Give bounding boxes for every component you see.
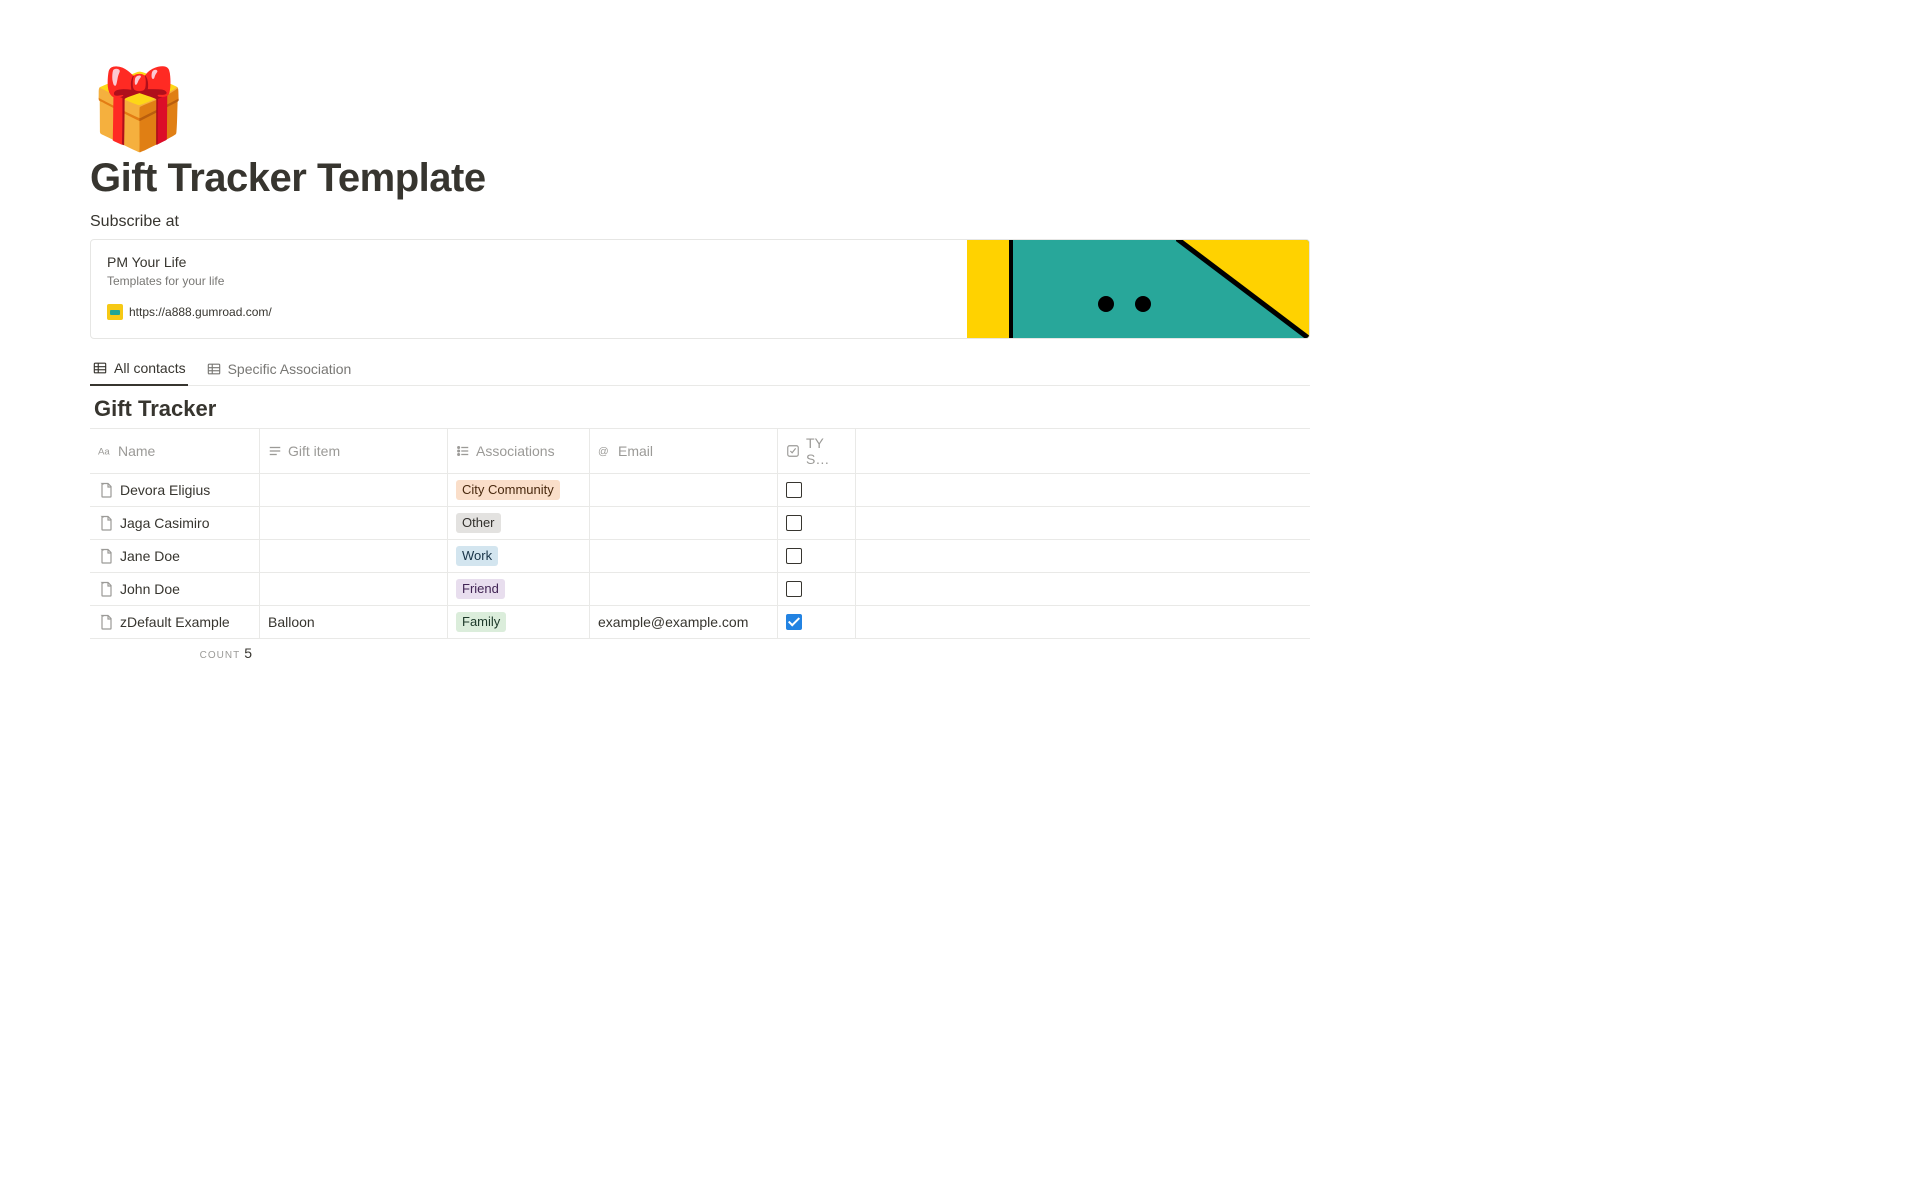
tab-label: Specific Association xyxy=(228,361,352,377)
bookmark-title: PM Your Life xyxy=(107,254,951,270)
view-tabs: All contacts Specific Association xyxy=(90,353,1310,386)
column-header-name[interactable]: Aa Name xyxy=(90,429,260,474)
cell-email: example@example.com xyxy=(598,614,748,630)
text-property-icon xyxy=(268,444,282,458)
page-icon xyxy=(98,614,114,630)
association-tag: Friend xyxy=(456,579,505,599)
page-icon xyxy=(98,581,114,597)
select-property-icon xyxy=(456,444,470,458)
ty-sent-checkbox[interactable] xyxy=(786,482,802,498)
ty-sent-checkbox[interactable] xyxy=(786,515,802,531)
tab-specific-association[interactable]: Specific Association xyxy=(204,354,354,386)
bookmark-url: https://a888.gumroad.com/ xyxy=(129,305,272,319)
table-view-icon xyxy=(206,361,222,377)
page-emoji-icon[interactable]: 🎁 xyxy=(90,70,1310,148)
cell-name: Jane Doe xyxy=(120,548,180,564)
column-label: Gift item xyxy=(288,443,340,459)
database-table: Aa Name Gift item xyxy=(90,428,1310,639)
subtitle-text[interactable]: Subscribe at xyxy=(90,213,1310,231)
cell-name: Devora Eligius xyxy=(120,482,210,498)
column-label: Email xyxy=(618,443,653,459)
table-row[interactable]: Jaga Casimiro Other xyxy=(90,507,1310,540)
cell-name: Jaga Casimiro xyxy=(120,515,209,531)
table-row[interactable]: Devora Eligius City Community xyxy=(90,474,1310,507)
page-title[interactable]: Gift Tracker Template xyxy=(90,156,1310,201)
cell-gift-item: Balloon xyxy=(268,614,315,630)
bookmark-card[interactable]: PM Your Life Templates for your life htt… xyxy=(90,239,1310,339)
database-title[interactable]: Gift Tracker xyxy=(94,396,1310,422)
column-header-empty[interactable] xyxy=(856,429,1310,474)
title-property-icon: Aa xyxy=(98,444,112,458)
column-header-email[interactable]: @ Email xyxy=(590,429,778,474)
table-row[interactable]: zDefault Example Balloon Family example@exa… xyxy=(90,606,1310,639)
table-row[interactable]: John Doe Friend xyxy=(90,573,1310,606)
column-header-associations[interactable]: Associations xyxy=(448,429,590,474)
column-label: Name xyxy=(118,443,155,459)
association-tag: City Community xyxy=(456,480,560,500)
page-icon xyxy=(98,515,114,531)
svg-text:Aa: Aa xyxy=(98,447,110,458)
association-tag: Family xyxy=(456,612,506,632)
cell-name: zDefault Example xyxy=(120,614,230,630)
column-header-ty-sent[interactable]: TY S… xyxy=(778,429,856,474)
tab-all-contacts[interactable]: All contacts xyxy=(90,354,188,386)
tab-label: All contacts xyxy=(114,360,186,376)
column-label: Associations xyxy=(476,443,555,459)
count-value: 5 xyxy=(244,645,252,661)
count-label: COUNT xyxy=(200,650,241,661)
column-header-gift-item[interactable]: Gift item xyxy=(260,429,448,474)
page-icon xyxy=(98,548,114,564)
association-tag: Work xyxy=(456,546,498,566)
ty-sent-checkbox[interactable] xyxy=(786,614,802,630)
email-property-icon: @ xyxy=(598,444,612,458)
checkbox-property-icon xyxy=(786,444,800,458)
table-footer: COUNT 5 xyxy=(90,639,1310,661)
svg-text:@: @ xyxy=(598,446,609,458)
cell-name: John Doe xyxy=(120,581,180,597)
bookmark-thumbnail xyxy=(967,240,1309,338)
ty-sent-checkbox[interactable] xyxy=(786,548,802,564)
table-row[interactable]: Jane Doe Work xyxy=(90,540,1310,573)
table-view-icon xyxy=(92,360,108,376)
association-tag: Other xyxy=(456,513,501,533)
ty-sent-checkbox[interactable] xyxy=(786,581,802,597)
row-count[interactable]: COUNT 5 xyxy=(90,645,260,661)
bookmark-description: Templates for your life xyxy=(107,274,951,288)
column-label: TY S… xyxy=(806,435,847,467)
page-icon xyxy=(98,482,114,498)
bookmark-favicon-icon xyxy=(107,304,123,320)
